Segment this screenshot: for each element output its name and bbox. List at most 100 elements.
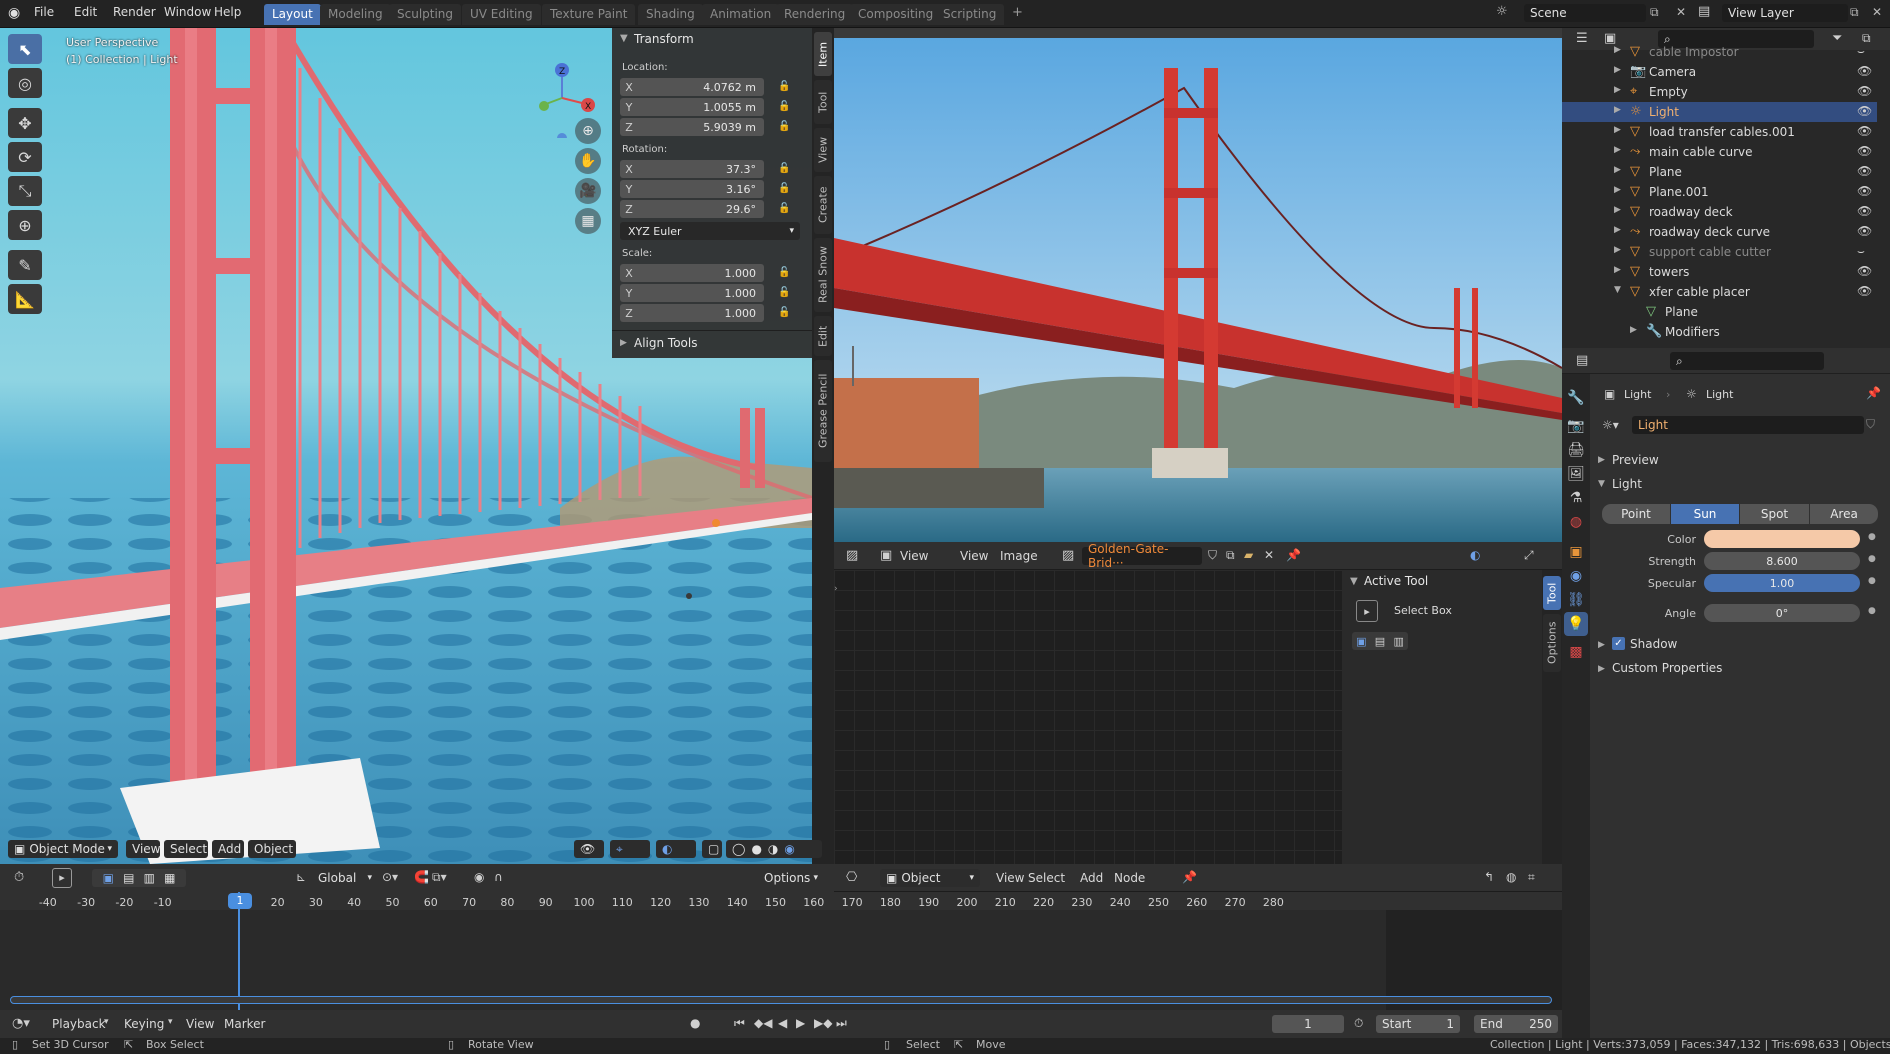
- pivot-icon[interactable]: ⊙▾: [382, 870, 398, 884]
- outliner-row[interactable]: ▶ ▽ Plane 👁: [1562, 162, 1877, 182]
- node-tree-type-dropdown[interactable]: ▣ Object ▾: [880, 869, 980, 887]
- outliner-row[interactable]: ▶ ▽ roadway deck 👁: [1562, 202, 1877, 222]
- tab-create[interactable]: Create: [814, 176, 832, 234]
- fake-user-icon[interactable]: ⛉: [1866, 417, 1875, 432]
- new-view-layer-icon[interactable]: ⧉: [1850, 5, 1859, 20]
- playhead-line[interactable]: [238, 892, 240, 1010]
- measure-tool[interactable]: 📐: [8, 284, 42, 314]
- lock-icon[interactable]: 🔓: [778, 307, 790, 318]
- timeline-menu-playback[interactable]: Playback: [52, 1017, 106, 1031]
- expand-arrow-icon[interactable]: ▶: [1614, 45, 1621, 55]
- scale-z-field[interactable]: Z 1.000: [620, 304, 764, 322]
- gizmo-toggle[interactable]: ⌖: [610, 840, 650, 858]
- expand-arrow-icon[interactable]: ▶: [1614, 225, 1621, 235]
- jump-end-icon[interactable]: ⏭: [836, 1016, 847, 1031]
- outliner-row[interactable]: ▶ 📷 Camera 👁: [1562, 62, 1877, 82]
- output-properties-icon[interactable]: 🖨: [1564, 438, 1588, 462]
- collapse-arrow-icon[interactable]: ▼: [620, 33, 628, 44]
- annotate-tool[interactable]: ✎: [8, 250, 42, 280]
- outliner-row[interactable]: ▽ Plane: [1562, 302, 1877, 322]
- view-mode-icon[interactable]: ▣: [880, 548, 892, 563]
- image-menu-view[interactable]: View: [960, 549, 988, 563]
- open-folder-icon[interactable]: ▰: [1244, 548, 1253, 562]
- scale-x-field[interactable]: X 1.000: [620, 264, 764, 282]
- snap-options-icon[interactable]: ⌗: [1528, 870, 1535, 885]
- tab-rendering[interactable]: Rendering: [776, 4, 854, 25]
- node-editor-canvas[interactable]: [834, 570, 1342, 864]
- outliner-row[interactable]: ▶ ▽ towers 👁: [1562, 262, 1877, 282]
- eye-icon[interactable]: 👁: [1857, 164, 1872, 178]
- jump-start-icon[interactable]: ⏮: [734, 1016, 745, 1031]
- expand-arrow-icon[interactable]: ▶: [1614, 65, 1621, 75]
- image-name-field[interactable]: Golden-Gate-Brid···: [1082, 542, 1202, 570]
- tab-node-tool[interactable]: Tool: [1543, 576, 1561, 610]
- outliner-row[interactable]: ▶ ☼ Light 👁: [1562, 102, 1877, 122]
- image-browse-icon[interactable]: ▨: [1062, 548, 1074, 563]
- tab-uv-editing[interactable]: UV Editing: [462, 4, 541, 25]
- scale-tool[interactable]: ⤡: [8, 176, 42, 206]
- collapse-arrow-icon[interactable]: ▼: [1350, 576, 1358, 587]
- unlink-icon[interactable]: ✕: [1264, 548, 1274, 562]
- properties-search-input[interactable]: ⌕: [1670, 352, 1824, 370]
- tab-scripting[interactable]: Scripting: [935, 4, 1005, 25]
- menu-help[interactable]: Help: [214, 5, 241, 19]
- stopwatch-icon[interactable]: ⏱: [1354, 1016, 1363, 1031]
- eye-closed-icon[interactable]: ⌣: [1857, 244, 1865, 259]
- image-editor[interactable]: [834, 28, 1562, 542]
- lock-icon[interactable]: 🔓: [778, 163, 790, 174]
- material-shading-icon[interactable]: ◑: [768, 842, 778, 856]
- align-tools-header[interactable]: Align Tools: [634, 336, 697, 350]
- lock-icon[interactable]: 🔓: [778, 121, 790, 132]
- texture-properties-icon[interactable]: ▩: [1564, 640, 1588, 664]
- extend-selection-icon[interactable]: ▤: [1375, 635, 1385, 648]
- rotate-tool[interactable]: ⟳: [8, 142, 42, 172]
- rotation-z-field[interactable]: Z 29.6°: [620, 200, 764, 218]
- viewport-menu-add[interactable]: Add: [212, 840, 244, 858]
- move-tool[interactable]: ✥: [8, 108, 42, 138]
- angle-field[interactable]: 0°: [1704, 604, 1860, 622]
- snap-icon[interactable]: ◍: [1506, 870, 1516, 884]
- snap-icon[interactable]: 🧲: [414, 870, 429, 884]
- options-dropdown[interactable]: Options ▾: [758, 869, 824, 887]
- expand-arrow-icon[interactable]: ▶: [1614, 105, 1621, 115]
- object-properties-icon[interactable]: ▣: [1564, 540, 1588, 564]
- constraint-properties-icon[interactable]: ⛓: [1564, 588, 1588, 612]
- eye-icon[interactable]: 👁: [1857, 144, 1872, 158]
- blender-logo-icon[interactable]: ◉: [8, 5, 20, 21]
- remove-scene-icon[interactable]: ✕: [1676, 5, 1686, 19]
- timeline-editor-type-icon[interactable]: ⏱: [14, 870, 24, 885]
- eye-closed-icon[interactable]: ⌣: [1857, 44, 1865, 59]
- expand-arrow-icon[interactable]: ▶: [1598, 664, 1605, 674]
- outliner-row[interactable]: ▶ ⌖ Empty 👁: [1562, 82, 1877, 102]
- expand-arrow-icon[interactable]: ▶: [1614, 185, 1621, 195]
- transform-orientation-dropdown[interactable]: Global ▾: [312, 869, 378, 887]
- start-frame-field[interactable]: Start 1: [1376, 1015, 1460, 1033]
- fake-user-icon[interactable]: ⛉: [1208, 548, 1217, 563]
- pin-icon[interactable]: 📌: [1182, 870, 1197, 884]
- expand-arrow-icon[interactable]: ▶: [1614, 265, 1621, 275]
- eye-icon[interactable]: 👁: [1857, 184, 1872, 198]
- eye-icon[interactable]: 👁: [1857, 124, 1872, 138]
- lock-icon[interactable]: 🔓: [778, 81, 790, 92]
- expand-arrow-icon[interactable]: ▶: [1614, 125, 1621, 135]
- lock-icon[interactable]: 🔓: [778, 101, 790, 112]
- rotation-y-field[interactable]: Y 3.16°: [620, 180, 764, 198]
- viewport-menu-view[interactable]: View: [126, 840, 160, 858]
- tool-properties-icon[interactable]: 🔧: [1564, 386, 1588, 410]
- jump-keyframe-back-icon[interactable]: ◆◀: [754, 1016, 772, 1030]
- tab-layout[interactable]: Layout: [264, 4, 321, 25]
- falloff-icon[interactable]: ∩: [494, 870, 503, 884]
- xray-toggle[interactable]: ▢: [702, 840, 722, 858]
- tab-compositing[interactable]: Compositing: [850, 4, 942, 25]
- expand-arrow-icon[interactable]: ▶: [1614, 85, 1621, 95]
- outliner-row[interactable]: ▶ ⤳ main cable curve 👁: [1562, 142, 1877, 162]
- proportional-edit-icon[interactable]: ◉: [474, 870, 484, 884]
- subtract-selection-icon[interactable]: ▥: [1393, 635, 1403, 648]
- light-type-area[interactable]: Area: [1810, 504, 1878, 524]
- outliner-row[interactable]: ▶ ▽ load transfer cables.001 👁: [1562, 122, 1877, 142]
- collapse-arrow-icon[interactable]: ▼: [1598, 479, 1605, 489]
- location-z-field[interactable]: Z 5.9039 m: [620, 118, 764, 136]
- image-menu-image[interactable]: Image: [1000, 549, 1038, 563]
- ortho-toggle-button[interactable]: ▦: [575, 208, 601, 234]
- pan-view-button[interactable]: ✋: [575, 148, 601, 174]
